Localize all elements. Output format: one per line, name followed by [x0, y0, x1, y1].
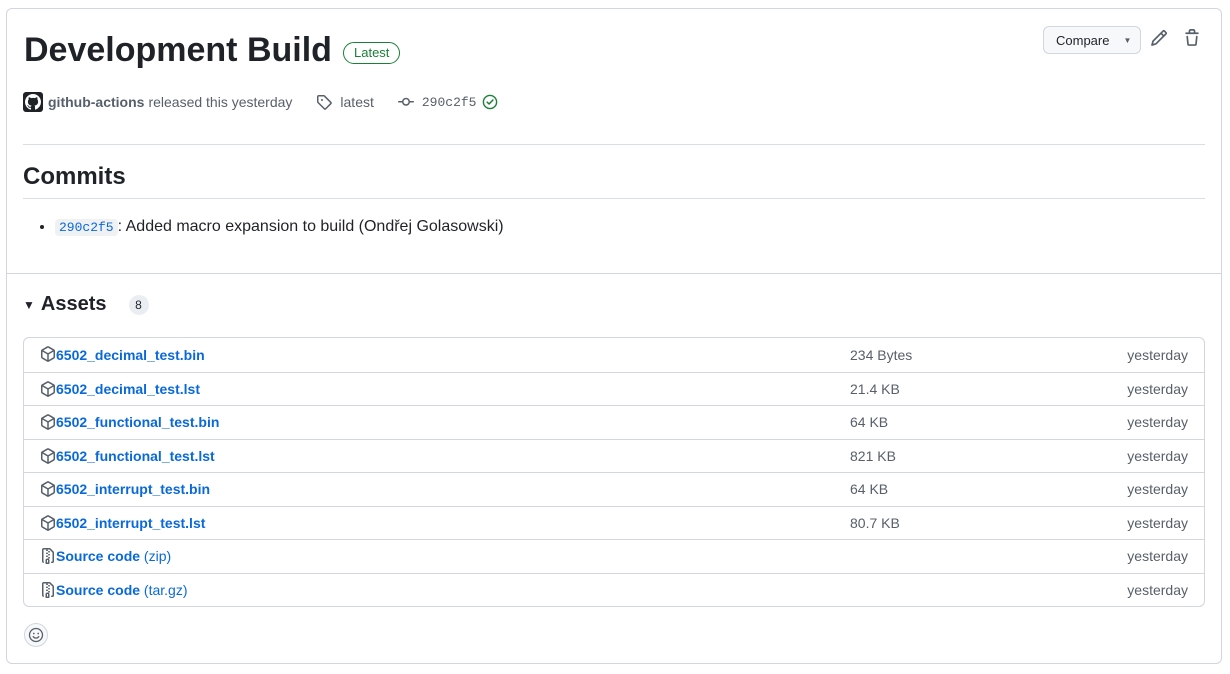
section-divider — [7, 273, 1221, 274]
asset-row: 6502_interrupt_test.lst 80.7 KB yesterda… — [24, 505, 1204, 540]
package-icon — [41, 414, 55, 430]
pencil-icon — [1151, 30, 1167, 46]
asset-row: 6502_interrupt_test.bin 64 KB yesterday — [24, 472, 1204, 506]
delete-release-button[interactable] — [1183, 29, 1203, 49]
add-reaction-button[interactable] — [24, 623, 48, 647]
smiley-icon — [28, 627, 44, 643]
asset-size: 234 Bytes — [850, 346, 913, 363]
asset-download-link[interactable]: 6502_functional_test.lst — [56, 448, 215, 464]
release-title[interactable]: Development Build — [24, 29, 332, 71]
commit-message: : Added macro expansion to build (Ondřej… — [117, 218, 504, 235]
assets-heading: Assets — [40, 293, 107, 315]
asset-size: 64 KB — [850, 481, 889, 498]
divider — [23, 144, 1205, 145]
release-card: Development Build Latest Compare ▼ githu… — [6, 8, 1222, 664]
asset-size: 21.4 KB — [850, 380, 900, 397]
commit-sha-link[interactable]: 290c2f5 — [422, 95, 477, 110]
edit-release-button[interactable] — [1150, 29, 1170, 49]
avatar[interactable] — [23, 92, 43, 112]
asset-download-link[interactable]: 6502_decimal_test.bin — [56, 347, 205, 363]
asset-row: 6502_decimal_test.bin 234 Bytes yesterda… — [24, 338, 1204, 372]
source-zip-link[interactable]: Source code (zip) — [56, 548, 171, 564]
asset-timestamp: yesterday — [1127, 380, 1188, 397]
asset-timestamp: yesterday — [1127, 346, 1188, 363]
asset-row: 6502_decimal_test.lst 21.4 KB yesterday — [24, 371, 1204, 406]
assets-toggle[interactable]: ▼ Assets 8 — [23, 293, 149, 316]
check-circle-icon[interactable] — [482, 94, 498, 110]
source-tar-gz-link[interactable]: Source code (tar.gz) — [56, 582, 188, 598]
asset-timestamp: yesterday — [1127, 481, 1188, 498]
asset-download-link[interactable]: 6502_decimal_test.lst — [56, 381, 200, 397]
asset-timestamp: yesterday — [1127, 414, 1188, 431]
package-icon — [41, 514, 55, 531]
package-icon — [41, 346, 55, 362]
asset-timestamp: yesterday — [1127, 548, 1188, 565]
triangle-down-icon: ▼ — [1123, 35, 1132, 45]
git-commit-icon — [397, 97, 414, 106]
asset-size: 80.7 KB — [850, 514, 900, 531]
asset-timestamp: yesterday — [1127, 581, 1188, 598]
package-icon — [41, 481, 55, 497]
author-link[interactable]: github-actions — [48, 94, 144, 110]
compare-button-label: Compare — [1056, 32, 1110, 48]
asset-timestamp: yesterday — [1127, 514, 1188, 531]
commit-item: 290c2f5: Added macro expansion to build … — [55, 215, 504, 240]
asset-name-label: Source code — [56, 581, 141, 598]
asset-size: 64 KB — [850, 414, 889, 431]
trash-icon — [1185, 29, 1199, 46]
commit-list: 290c2f5: Added macro expansion to build … — [23, 215, 504, 240]
asset-name-label: Source code — [56, 548, 141, 565]
compare-button[interactable]: Compare ▼ — [1043, 26, 1141, 54]
package-icon — [41, 447, 55, 464]
commits-heading: Commits — [23, 163, 126, 190]
file-zip-icon — [42, 548, 54, 564]
asset-timestamp: yesterday — [1127, 447, 1188, 464]
assets-list: 6502_decimal_test.bin 234 Bytes yesterda… — [23, 337, 1205, 607]
commit-sha-link[interactable]: 290c2f5 — [55, 219, 118, 236]
asset-format-suffix: (tar.gz) — [140, 581, 188, 598]
asset-row: Source code (tar.gz) yesterday — [24, 572, 1204, 607]
latest-badge: Latest — [343, 42, 401, 64]
released-text: released this yesterday — [148, 94, 293, 110]
tag-link[interactable]: latest — [340, 94, 373, 110]
release-meta: github-actions released this yesterday l… — [23, 92, 498, 112]
asset-format-suffix: (zip) — [140, 548, 172, 565]
file-zip-icon — [42, 581, 54, 598]
asset-row: 6502_functional_test.bin 64 KB yesterday — [24, 405, 1204, 439]
asset-download-link[interactable]: 6502_functional_test.bin — [56, 414, 219, 430]
asset-download-link[interactable]: 6502_interrupt_test.bin — [56, 481, 210, 497]
package-icon — [41, 380, 55, 397]
triangle-down-icon: ▼ — [23, 297, 35, 312]
asset-download-link[interactable]: 6502_interrupt_test.lst — [56, 515, 205, 531]
asset-row: Source code (zip) yesterday — [24, 539, 1204, 573]
tag-icon — [317, 95, 333, 110]
asset-row: 6502_functional_test.lst 821 KB yesterda… — [24, 438, 1204, 473]
asset-size: 821 KB — [850, 447, 896, 464]
github-mark-icon — [25, 94, 41, 110]
divider — [23, 198, 1205, 199]
assets-count-badge: 8 — [128, 294, 149, 315]
